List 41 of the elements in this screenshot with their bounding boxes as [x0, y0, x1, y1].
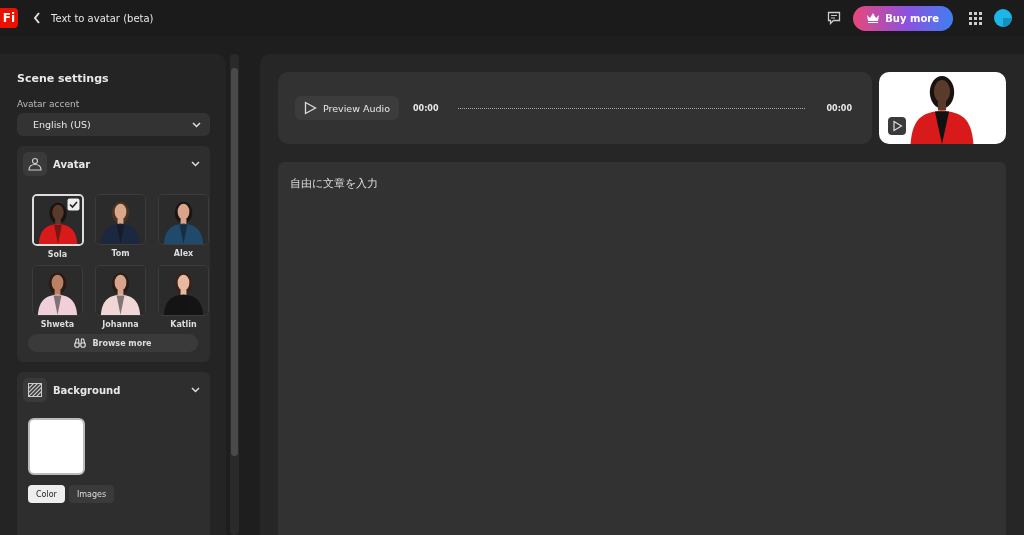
binoculars-icon [74, 338, 87, 348]
play-icon [304, 101, 317, 115]
crown-icon [867, 13, 880, 23]
avatar-name: Alex [173, 249, 194, 258]
accent-dropdown[interactable]: English (US) [17, 113, 210, 136]
color-swatch[interactable] [28, 418, 85, 475]
avatar-name: Shweta [40, 320, 75, 329]
comment-icon[interactable] [827, 11, 842, 25]
chevron-icon[interactable] [191, 387, 200, 393]
page-title: Text to avatar (beta) [51, 12, 154, 24]
avatar-option[interactable] [32, 265, 83, 316]
avatar-option[interactable] [95, 265, 146, 316]
avatar-option[interactable] [158, 194, 209, 245]
browse-more-button[interactable]: Browse more [28, 334, 198, 352]
end-time: 00:00 [826, 103, 852, 113]
back-icon[interactable] [33, 12, 41, 24]
avatar-option[interactable] [158, 265, 209, 316]
play-button-icon[interactable] [888, 117, 906, 135]
avatar-name: Tom [111, 249, 130, 258]
background-tab[interactable]: Color [28, 485, 65, 503]
avatar-section-icon [23, 152, 47, 176]
chevron-icon[interactable] [191, 161, 200, 167]
avatar-name: Sola [47, 250, 68, 259]
chevron-down-icon [192, 121, 201, 128]
buy-more-button[interactable]: Buy more [853, 5, 953, 31]
section-title: Avatar [53, 158, 92, 170]
avatar-name: Johanna [102, 320, 139, 329]
scrollbar-thumb[interactable] [231, 68, 238, 456]
avatar-option[interactable] [95, 194, 146, 245]
user-avatar-icon[interactable] [994, 9, 1012, 27]
text-input-area[interactable]: 自由に文章を入力 [278, 162, 1006, 535]
preview-audio-button[interactable]: Preview Audio [295, 96, 399, 120]
section-title: Background [53, 384, 122, 396]
background-section-icon [23, 378, 47, 402]
avatar-name: Katlin [170, 320, 197, 329]
start-time: 00:00 [413, 103, 439, 113]
background-tab[interactable]: Images [68, 485, 115, 503]
field-label: Avatar accent [17, 99, 81, 109]
sidebar-title: Scene settings [17, 72, 110, 85]
apps-grid-icon[interactable] [969, 11, 982, 25]
app-logo[interactable]: Fi [0, 8, 18, 28]
